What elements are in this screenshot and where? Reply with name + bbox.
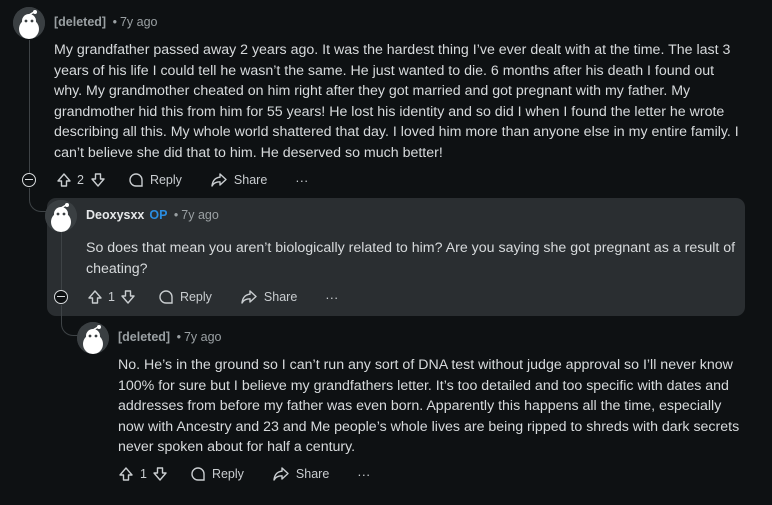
share-button[interactable]: Share (210, 172, 267, 188)
more-options-icon[interactable]: ··· (295, 173, 308, 188)
collapse-thread-icon[interactable] (54, 290, 68, 304)
reply-button[interactable]: Reply (158, 289, 212, 305)
upvote-icon[interactable] (118, 466, 134, 482)
more-options-icon[interactable]: ··· (325, 290, 338, 305)
reply-button[interactable]: Reply (190, 466, 244, 482)
share-arrow-icon (273, 467, 289, 481)
reply-button[interactable]: Reply (128, 172, 182, 188)
thread-line (61, 232, 62, 290)
reply-bubble-icon (159, 290, 173, 304)
comment-meta: Deoxysxx OP • 7y ago (86, 208, 219, 222)
op-badge: OP (149, 208, 168, 222)
comment-body: No. He’s in the ground so I can’t run an… (118, 357, 740, 455)
comment-timestamp[interactable]: 7y ago (184, 330, 222, 344)
snoo-avatar-icon (45, 200, 77, 232)
share-arrow-icon (211, 173, 227, 187)
comment-timestamp[interactable]: 7y ago (120, 15, 158, 29)
comment-meta: [deleted] • 7y ago (54, 15, 158, 29)
downvote-icon[interactable] (152, 466, 168, 482)
reply-bubble-icon (129, 173, 143, 187)
share-arrow-icon (241, 290, 257, 304)
share-label: Share (295, 467, 330, 481)
comment-actions: 1 Reply Share ··· (87, 289, 338, 305)
vote-score: 2 (77, 173, 84, 187)
share-label: Share (263, 290, 298, 304)
more-options-icon[interactable]: ··· (357, 467, 370, 482)
comment-body: My grandfather passed away 2 years ago. … (54, 42, 739, 161)
upvote-icon[interactable] (56, 172, 72, 188)
comment-body: So does that mean you aren’t biologicall… (86, 240, 736, 277)
avatar[interactable] (77, 322, 109, 354)
collapse-thread-icon[interactable] (22, 173, 36, 187)
comment-actions: 1 Reply Share ··· (118, 466, 370, 482)
reply-label: Reply (211, 467, 244, 481)
share-label: Share (233, 173, 268, 187)
upvote-icon[interactable] (87, 289, 103, 305)
thread-line (29, 40, 30, 173)
vote-score: 1 (140, 467, 147, 481)
avatar[interactable] (13, 7, 45, 39)
downvote-icon[interactable] (90, 172, 106, 188)
reply-bubble-icon (191, 467, 205, 481)
snoo-avatar-icon (13, 7, 45, 39)
comment-meta: [deleted] • 7y ago (118, 330, 222, 344)
vote-score: 1 (108, 290, 115, 304)
comment-actions: 2 Reply Share ··· (56, 172, 308, 188)
snoo-avatar-icon (77, 322, 109, 354)
comment-author[interactable]: [deleted] (54, 15, 106, 29)
share-button[interactable]: Share (272, 466, 329, 482)
share-button[interactable]: Share (240, 289, 297, 305)
reply-label: Reply (149, 173, 182, 187)
downvote-icon[interactable] (120, 289, 136, 305)
reply-label: Reply (179, 290, 212, 304)
comment-author[interactable]: [deleted] (118, 330, 170, 344)
avatar[interactable] (45, 200, 77, 232)
comment-timestamp[interactable]: 7y ago (181, 208, 219, 222)
comment-author[interactable]: Deoxysxx (86, 208, 144, 222)
